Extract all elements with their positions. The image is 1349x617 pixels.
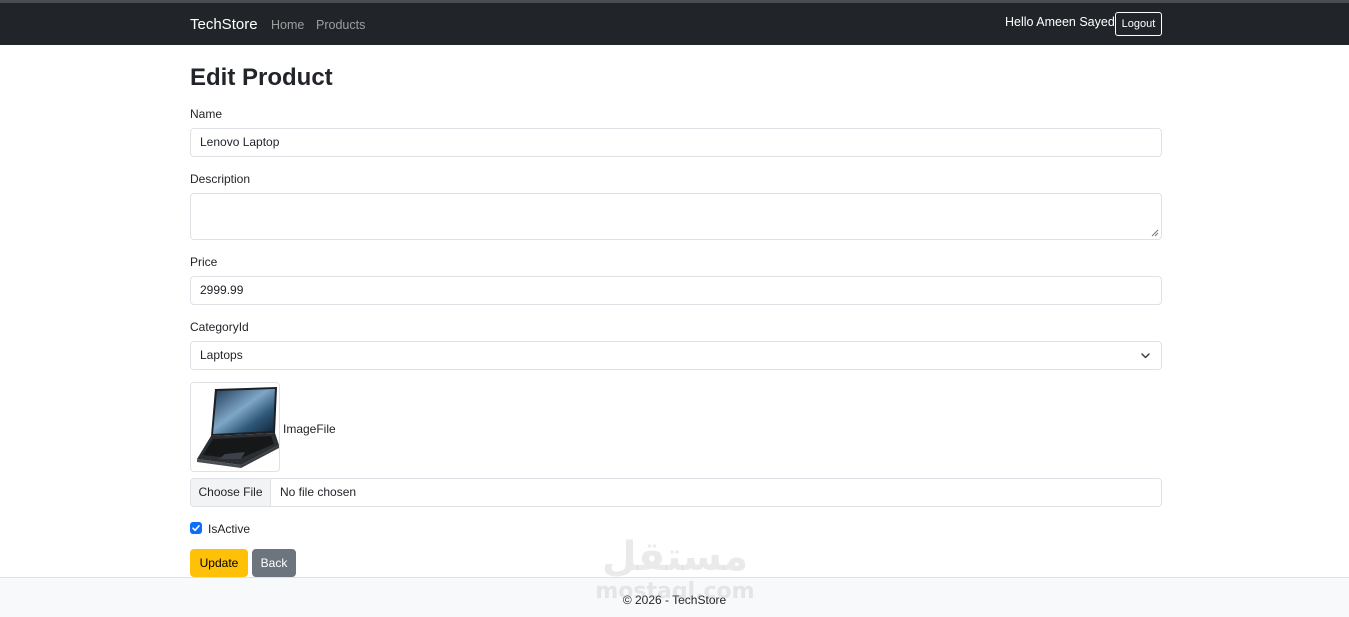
nav-link-products[interactable]: Products xyxy=(316,18,365,32)
user-greeting: Hello Ameen Sayed xyxy=(1005,15,1115,29)
choose-file-button[interactable]: Choose File xyxy=(191,479,271,506)
chevron-down-icon xyxy=(1141,353,1150,359)
top-navbar: TechStore Home Products Hello Ameen Saye… xyxy=(0,3,1349,45)
name-label: Name xyxy=(190,107,223,121)
isactive-checkbox[interactable] xyxy=(190,522,202,534)
brand-logo-link[interactable]: TechStore xyxy=(190,16,258,33)
watermark-arabic: مستقل xyxy=(602,534,748,580)
laptop-image xyxy=(197,387,279,468)
checkmark-icon xyxy=(192,524,200,532)
category-select[interactable]: Laptops xyxy=(190,341,1162,370)
resize-handle-icon[interactable] xyxy=(1151,229,1159,237)
nav-link-home[interactable]: Home xyxy=(271,18,304,32)
file-status-text: No file chosen xyxy=(280,485,357,499)
update-button[interactable]: Update xyxy=(190,549,248,577)
file-input[interactable]: Choose File No file chosen xyxy=(190,478,1162,507)
logout-button[interactable]: Logout xyxy=(1115,12,1162,36)
back-button[interactable]: Back xyxy=(252,549,296,577)
category-selected-value: Laptops xyxy=(200,348,243,362)
name-input[interactable]: Lenovo Laptop xyxy=(190,128,1162,157)
category-label: CategoryId xyxy=(190,320,249,334)
page-title: Edit Product xyxy=(190,64,333,91)
product-image-thumbnail xyxy=(190,382,280,472)
description-textarea[interactable] xyxy=(190,193,1162,240)
imagefile-label: ImageFile xyxy=(283,422,336,436)
price-input[interactable]: 2999.99 xyxy=(190,276,1162,305)
price-label: Price xyxy=(190,255,218,269)
footer-copyright: © 2026 - TechStore xyxy=(622,593,727,607)
isactive-label[interactable]: IsActive xyxy=(208,522,250,536)
page-footer: © 2026 - TechStore xyxy=(0,577,1349,617)
description-label: Description xyxy=(190,172,251,186)
